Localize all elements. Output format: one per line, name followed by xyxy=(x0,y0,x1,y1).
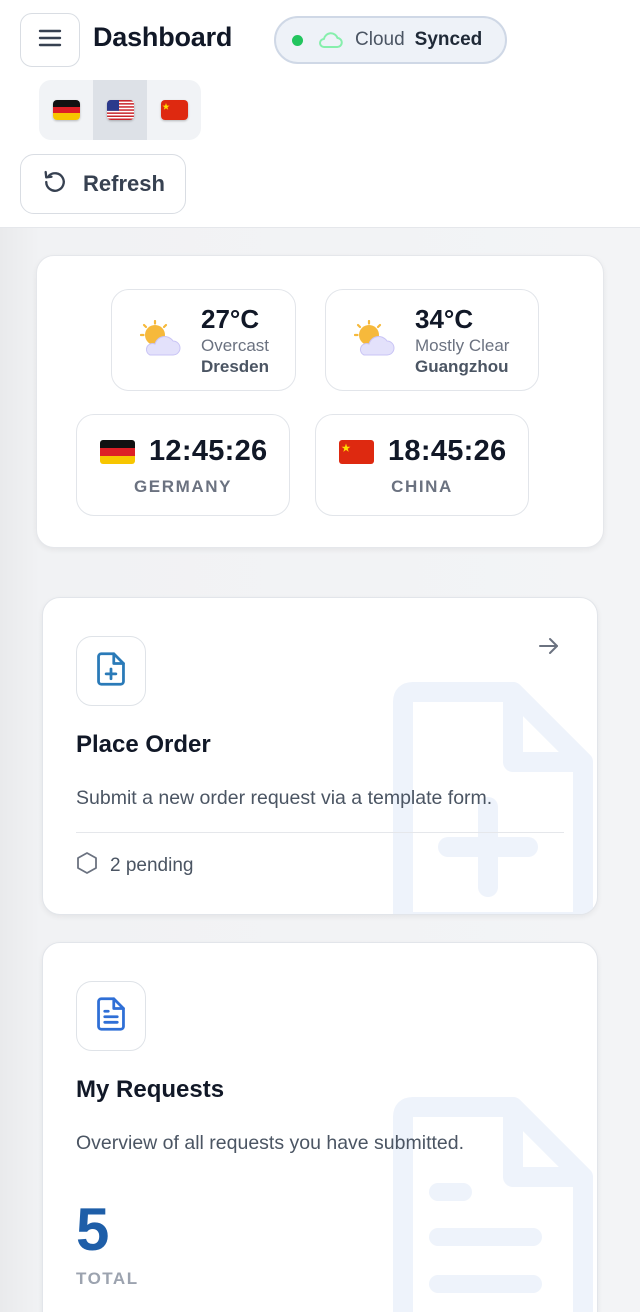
place-order-card[interactable]: Place Order Submit a new order request v… xyxy=(42,597,598,915)
weather-condition: Overcast xyxy=(201,336,270,355)
weather-clock-widget: 27°C Overcast Dresden 34°C Mostly Clear … xyxy=(36,255,604,548)
cloud-sync-status[interactable]: Cloud Synced xyxy=(274,16,507,64)
refresh-button[interactable]: Refresh xyxy=(20,154,186,214)
germany-flag-icon xyxy=(52,100,80,120)
card-icon-container xyxy=(76,636,146,706)
weather-temp: 27°C xyxy=(201,304,260,334)
page-title: Dashboard xyxy=(93,22,233,52)
language-de-button[interactable] xyxy=(39,80,93,140)
card-title: Place Order xyxy=(76,731,211,758)
arrow-right-icon xyxy=(537,634,561,663)
china-flag-icon xyxy=(160,100,188,120)
partly-cloudy-icon xyxy=(139,319,182,363)
language-switcher xyxy=(39,80,201,140)
partly-cloudy-icon xyxy=(353,319,396,363)
pending-count: 2 pending xyxy=(76,851,193,881)
divider xyxy=(76,832,564,833)
usa-flag-icon xyxy=(106,100,134,120)
weather-city: Guangzhou xyxy=(415,357,509,376)
weather-tile-dresden: 27°C Overcast Dresden xyxy=(111,289,296,391)
language-en-button[interactable] xyxy=(93,80,147,140)
clock-tile-germany: 12:45:26 GERMANY xyxy=(76,414,290,516)
file-text-watermark-icon xyxy=(393,1097,593,1312)
requests-total-label: TOTAL xyxy=(76,1269,139,1288)
top-bar: Dashboard Cloud Synced Refresh xyxy=(0,0,640,228)
file-text-icon xyxy=(94,996,128,1037)
germany-flag-icon xyxy=(100,440,135,464)
language-zh-button[interactable] xyxy=(147,80,201,140)
hamburger-menu-icon xyxy=(38,29,62,52)
clock-time: 18:45:26 xyxy=(388,435,507,467)
requests-total-count: 5 xyxy=(76,1196,110,1263)
pending-label: 2 pending xyxy=(110,855,194,876)
cloud-label: Cloud xyxy=(355,29,405,50)
weather-tile-guangzhou: 34°C Mostly Clear Guangzhou xyxy=(325,289,539,391)
refresh-icon xyxy=(41,168,69,201)
clock-country: CHINA xyxy=(391,477,453,496)
refresh-label: Refresh xyxy=(83,171,165,196)
card-description: Submit a new order request via a templat… xyxy=(76,787,493,809)
card-title: My Requests xyxy=(76,1076,225,1103)
china-flag-icon xyxy=(339,440,374,464)
cloud-icon xyxy=(317,31,343,49)
hexagon-icon xyxy=(76,851,98,881)
card-icon-container xyxy=(76,981,146,1051)
menu-button[interactable] xyxy=(20,13,80,67)
clock-country: GERMANY xyxy=(133,477,233,496)
weather-city: Dresden xyxy=(201,357,270,376)
cloud-status: Synced xyxy=(414,29,483,50)
weather-temp: 34°C xyxy=(415,304,474,334)
weather-condition: Mostly Clear xyxy=(415,336,510,355)
clock-time: 12:45:26 xyxy=(149,435,268,467)
my-requests-card[interactable]: My Requests Overview of all requests you… xyxy=(42,942,598,1312)
file-plus-icon xyxy=(94,651,128,692)
clock-tile-china: 18:45:26 CHINA xyxy=(315,414,529,516)
card-description: Overview of all requests you have submit… xyxy=(76,1132,465,1154)
status-dot xyxy=(292,34,303,46)
